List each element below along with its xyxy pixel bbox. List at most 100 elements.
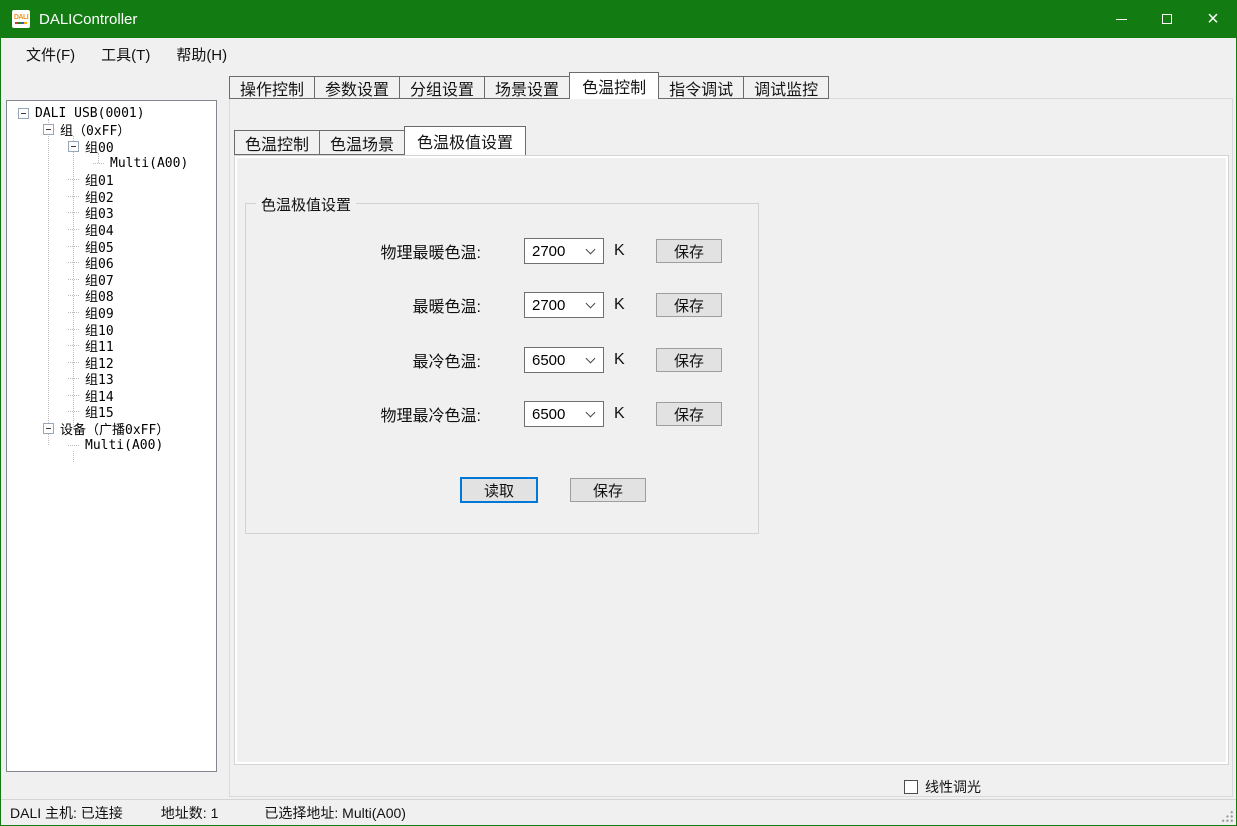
device-tree: DALI USB(0001)组（0xFF）组00Multi(A00)组01组02… xyxy=(7,101,216,453)
main-tab-1[interactable]: 参数设置 xyxy=(314,76,400,99)
maximize-icon xyxy=(1162,14,1172,24)
maximize-button[interactable] xyxy=(1144,0,1190,38)
tree-item[interactable]: 组10 xyxy=(7,321,216,338)
tree-item-label: Multi(A00) xyxy=(110,156,188,171)
physical-warmest-row: 物理最暖色温: 2700 K 保存 xyxy=(246,238,758,264)
tree-item[interactable]: 组15 xyxy=(7,404,216,421)
tree-item[interactable]: Multi(A00) xyxy=(7,155,216,172)
tree-stub-line xyxy=(68,212,79,213)
tree-stub-line xyxy=(68,246,79,247)
tree-stub-line xyxy=(68,279,79,280)
title-bar: DALI DALIController × xyxy=(1,0,1236,38)
close-button[interactable]: × xyxy=(1190,0,1236,38)
physical-coolest-save-button[interactable]: 保存 xyxy=(656,402,722,426)
tree-item[interactable]: 组08 xyxy=(7,288,216,305)
physical-warmest-value: 2700 xyxy=(525,243,587,260)
tree-stub-line xyxy=(68,312,79,313)
groupbox-title: 色温极值设置 xyxy=(256,194,356,215)
main-tab-5[interactable]: 指令调试 xyxy=(658,76,744,99)
tree-stub-line xyxy=(68,395,79,396)
sub-tab-1[interactable]: 色温场景 xyxy=(319,130,405,155)
tree-item[interactable]: 组05 xyxy=(7,238,216,255)
physical-warmest-combo[interactable]: 2700 xyxy=(524,238,604,264)
main-tab-0[interactable]: 操作控制 xyxy=(229,76,315,99)
unit-label: K xyxy=(614,351,626,369)
tree-stub-line xyxy=(68,411,79,412)
tree-stub-line xyxy=(68,179,79,180)
tree-item[interactable]: 组（0xFF） xyxy=(7,122,216,139)
tree-stub-line xyxy=(93,163,104,164)
tree-stub-line xyxy=(68,262,79,263)
physical-warmest-label: 物理最暖色温: xyxy=(246,239,481,263)
physical-coolest-combo[interactable]: 6500 xyxy=(524,401,604,427)
status-host-connection: DALI 主机: 已连接 xyxy=(10,803,123,823)
tree-item[interactable]: 设备（广播0xFF） xyxy=(7,420,216,437)
tree-stub-line xyxy=(68,378,79,379)
unit-label: K xyxy=(614,242,626,260)
status-bar: DALI 主机: 已连接 地址数: 1 已选择地址: Multi(A00) xyxy=(1,799,1236,825)
warmest-label: 最暖色温: xyxy=(246,293,481,317)
physical-warmest-save-button[interactable]: 保存 xyxy=(656,239,722,263)
tree-item[interactable]: DALI USB(0001) xyxy=(7,105,216,122)
menu-help[interactable]: 帮助(H) xyxy=(163,38,240,71)
tree-item[interactable]: 组01 xyxy=(7,171,216,188)
tree-item[interactable]: 组12 xyxy=(7,354,216,371)
coolest-save-button[interactable]: 保存 xyxy=(656,348,722,372)
tree-item[interactable]: 组11 xyxy=(7,337,216,354)
tree-item[interactable]: 组14 xyxy=(7,387,216,404)
main-tab-3[interactable]: 场景设置 xyxy=(484,76,570,99)
checkbox-box[interactable] xyxy=(904,780,918,794)
menu-tools[interactable]: 工具(T) xyxy=(88,38,163,71)
cct-extremes-page: 色温极值设置 物理最暖色温:2700K保存最暖色温:2700K保存最冷色温:65… xyxy=(234,155,1229,765)
tree-item[interactable]: 组09 xyxy=(7,304,216,321)
coolest-combo[interactable]: 6500 xyxy=(524,347,604,373)
sub-tab-2[interactable]: 色温极值设置 xyxy=(404,126,526,155)
menu-file[interactable]: 文件(F) xyxy=(13,38,88,71)
warmest-combo[interactable]: 2700 xyxy=(524,292,604,318)
tree-item[interactable]: 组13 xyxy=(7,371,216,388)
warmest-save-button[interactable]: 保存 xyxy=(656,293,722,317)
tree-item[interactable]: 组02 xyxy=(7,188,216,205)
tree-stub-line xyxy=(68,445,79,446)
minimize-icon xyxy=(1116,19,1127,20)
chevron-down-icon[interactable] xyxy=(586,353,596,363)
status-address-count: 地址数: 1 xyxy=(161,803,219,823)
main-tab-4[interactable]: 色温控制 xyxy=(569,72,659,99)
tree-item[interactable]: Multi(A00) xyxy=(7,437,216,454)
tree-item[interactable]: 组07 xyxy=(7,271,216,288)
main-tab-6[interactable]: 调试监控 xyxy=(743,76,829,99)
cct-extremes-groupbox: 色温极值设置 物理最暖色温:2700K保存最暖色温:2700K保存最冷色温:65… xyxy=(245,203,759,534)
tree-item-label: 设备（广播0xFF） xyxy=(60,419,169,438)
main-tab-2[interactable]: 分组设置 xyxy=(399,76,485,99)
sub-tab-0[interactable]: 色温控制 xyxy=(234,130,320,155)
tree-stub-line xyxy=(68,295,79,296)
minimize-button[interactable] xyxy=(1098,0,1144,38)
tree-item[interactable]: 组04 xyxy=(7,221,216,238)
read-button[interactable]: 读取 xyxy=(460,477,538,503)
coolest-row: 最冷色温:6500K保存 xyxy=(246,347,758,373)
tree-stub-line xyxy=(68,345,79,346)
collapse-minus-icon[interactable] xyxy=(68,141,79,152)
tree-item[interactable]: 组03 xyxy=(7,205,216,222)
chevron-down-icon[interactable] xyxy=(586,298,596,308)
tree-stub-line xyxy=(68,362,79,363)
tree-item[interactable]: 组00 xyxy=(7,138,216,155)
save-all-button[interactable]: 保存 xyxy=(570,478,646,502)
tree-item-label: Multi(A00) xyxy=(85,438,163,453)
tree-item-label: DALI USB(0001) xyxy=(35,106,145,121)
chevron-down-icon[interactable] xyxy=(586,407,596,417)
collapse-minus-icon[interactable] xyxy=(18,108,29,119)
coolest-value: 6500 xyxy=(525,352,587,369)
device-tree-panel: DALI USB(0001)组（0xFF）组00Multi(A00)组01组02… xyxy=(6,100,217,772)
collapse-minus-icon[interactable] xyxy=(43,423,54,434)
physical-coolest-label: 物理最冷色温: xyxy=(246,402,481,426)
cct-sub-tab-strip: 色温控制色温场景色温极值设置 xyxy=(234,126,525,155)
collapse-minus-icon[interactable] xyxy=(43,124,54,135)
linear-dimming-checkbox[interactable]: 线性调光 xyxy=(904,777,981,797)
resize-grip[interactable] xyxy=(1220,809,1233,822)
action-row: 读取 保存 xyxy=(246,477,758,503)
app-icon: DALI xyxy=(12,10,30,28)
tree-item[interactable]: 组06 xyxy=(7,254,216,271)
chevron-down-icon[interactable] xyxy=(586,244,596,254)
checkbox-label: 线性调光 xyxy=(925,777,981,797)
